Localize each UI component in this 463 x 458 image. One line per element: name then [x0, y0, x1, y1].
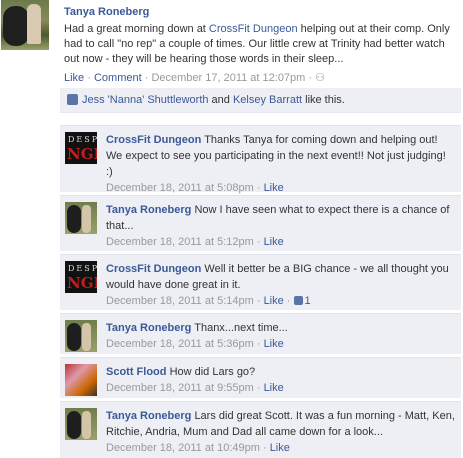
comment: Scott Flood How did Lars go? December 18… — [60, 357, 461, 398]
crossfit-dungeon-link[interactable]: CrossFit Dungeon — [209, 23, 298, 35]
liker-2[interactable]: Kelsey Barratt — [233, 94, 302, 106]
comment-timestamp[interactable]: December 18, 2011 at 5:36pm — [106, 338, 254, 350]
comment-body: Tanya Roneberg Now I have seen what to e… — [106, 204, 450, 248]
post-meta: Like · Comment · December 17, 2011 at 12… — [64, 72, 325, 84]
person-shape — [82, 205, 91, 233]
comment-author[interactable]: Tanya Roneberg — [106, 410, 191, 422]
tire-shape — [3, 6, 29, 46]
crossfit-dungeon-avatar[interactable]: DESP NGE — [65, 261, 97, 293]
comment: Tanya Roneberg Lars did great Scott. It … — [60, 401, 461, 458]
comment-body: CrossFit Dungeon Well it better be a BIG… — [106, 263, 449, 307]
post-author-name[interactable]: Tanya Roneberg — [64, 6, 149, 18]
post-text: Had a great morning down at CrossFit Dun… — [64, 23, 450, 65]
comment-author[interactable]: Tanya Roneberg — [106, 204, 191, 216]
comment-body: CrossFit Dungeon Thanks Tanya for coming… — [106, 134, 446, 194]
comment-like-link[interactable]: Like — [264, 295, 284, 307]
post-author-avatar[interactable] — [1, 0, 49, 50]
comment-timestamp[interactable]: December 18, 2011 at 10:49pm — [106, 442, 260, 454]
person-shape — [82, 411, 91, 439]
comment-text: How did Lars go? — [169, 366, 256, 378]
post-body: Tanya Roneberg Had a great morning down … — [64, 5, 459, 86]
like-thumb-icon — [293, 296, 303, 305]
comment-timestamp[interactable]: December 18, 2011 at 5:08pm — [106, 182, 254, 194]
comment-author[interactable]: CrossFit Dungeon — [106, 263, 201, 275]
person-shape — [27, 4, 41, 44]
person-shape — [82, 323, 91, 351]
liker-1[interactable]: Jess 'Nanna' Shuttleworth — [82, 94, 209, 106]
comment-timestamp[interactable]: December 18, 2011 at 5:14pm — [106, 295, 254, 307]
tire-shape — [67, 323, 81, 351]
comment: Tanya Roneberg Now I have seen what to e… — [60, 195, 461, 251]
crossfit-dungeon-avatar[interactable]: DESP NGE — [65, 132, 97, 164]
comment-body: Scott Flood How did Lars go? December 18… — [106, 366, 284, 394]
comment-body: Tanya Roneberg Thanx...next time... Dece… — [106, 322, 288, 350]
post-timestamp[interactable]: December 17, 2011 at 12:07pm — [151, 72, 305, 84]
comment: Tanya Roneberg Thanx...next time... Dece… — [60, 313, 461, 354]
tanya-avatar[interactable] — [65, 408, 97, 440]
likes-summary: Jess 'Nanna' Shuttleworth and Kelsey Bar… — [60, 88, 461, 113]
comment-author[interactable]: CrossFit Dungeon — [106, 134, 201, 146]
comment-like-link[interactable]: Like — [270, 442, 290, 454]
friends-audience-icon[interactable]: ⚇ — [315, 72, 325, 84]
post-comment-link[interactable]: Comment — [94, 72, 142, 84]
comment-like-link[interactable]: Like — [264, 182, 284, 194]
tire-shape — [67, 205, 81, 233]
comment-like-count[interactable]: 1 — [293, 295, 311, 307]
tire-shape — [67, 411, 81, 439]
comment-like-link[interactable]: Like — [264, 338, 284, 350]
comment-body: Tanya Roneberg Lars did great Scott. It … — [106, 410, 455, 454]
tanya-avatar[interactable] — [65, 202, 97, 234]
scott-avatar[interactable] — [65, 364, 97, 396]
comment: DESP NGE CrossFit Dungeon Well it better… — [60, 254, 461, 310]
comment-timestamp[interactable]: December 18, 2011 at 9:55pm — [106, 382, 254, 394]
comment-author[interactable]: Tanya Roneberg — [106, 322, 191, 334]
like-thumb-icon — [67, 94, 78, 105]
post-like-link[interactable]: Like — [64, 72, 84, 84]
tanya-avatar[interactable] — [65, 320, 97, 352]
comment-like-link[interactable]: Like — [264, 382, 284, 394]
comment-like-link[interactable]: Like — [264, 236, 284, 248]
comment-author[interactable]: Scott Flood — [106, 366, 167, 378]
comment: DESP NGE CrossFit Dungeon Thanks Tanya f… — [60, 125, 461, 194]
comment-text: Thanx...next time... — [194, 322, 288, 334]
comment-timestamp[interactable]: December 18, 2011 at 5:12pm — [106, 236, 254, 248]
